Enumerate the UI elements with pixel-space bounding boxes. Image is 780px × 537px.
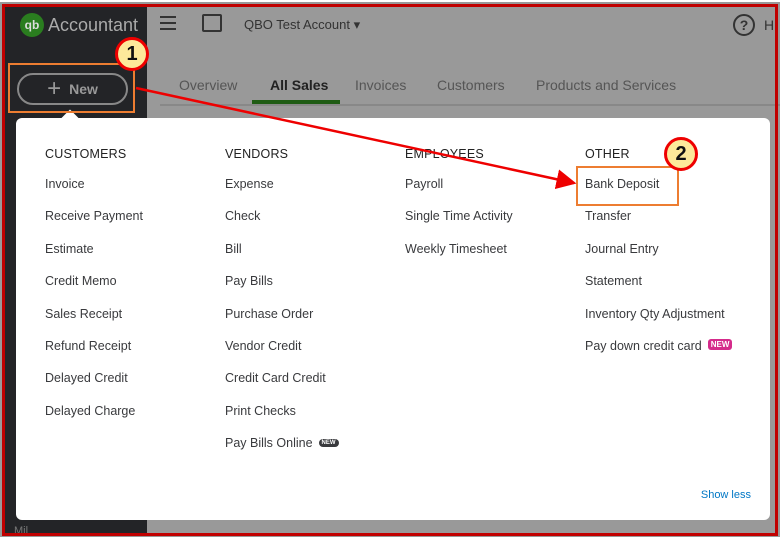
step-1-callout: 1 — [115, 37, 149, 71]
annotation-arrow — [135, 86, 577, 190]
step-2-callout: 2 — [664, 137, 698, 171]
